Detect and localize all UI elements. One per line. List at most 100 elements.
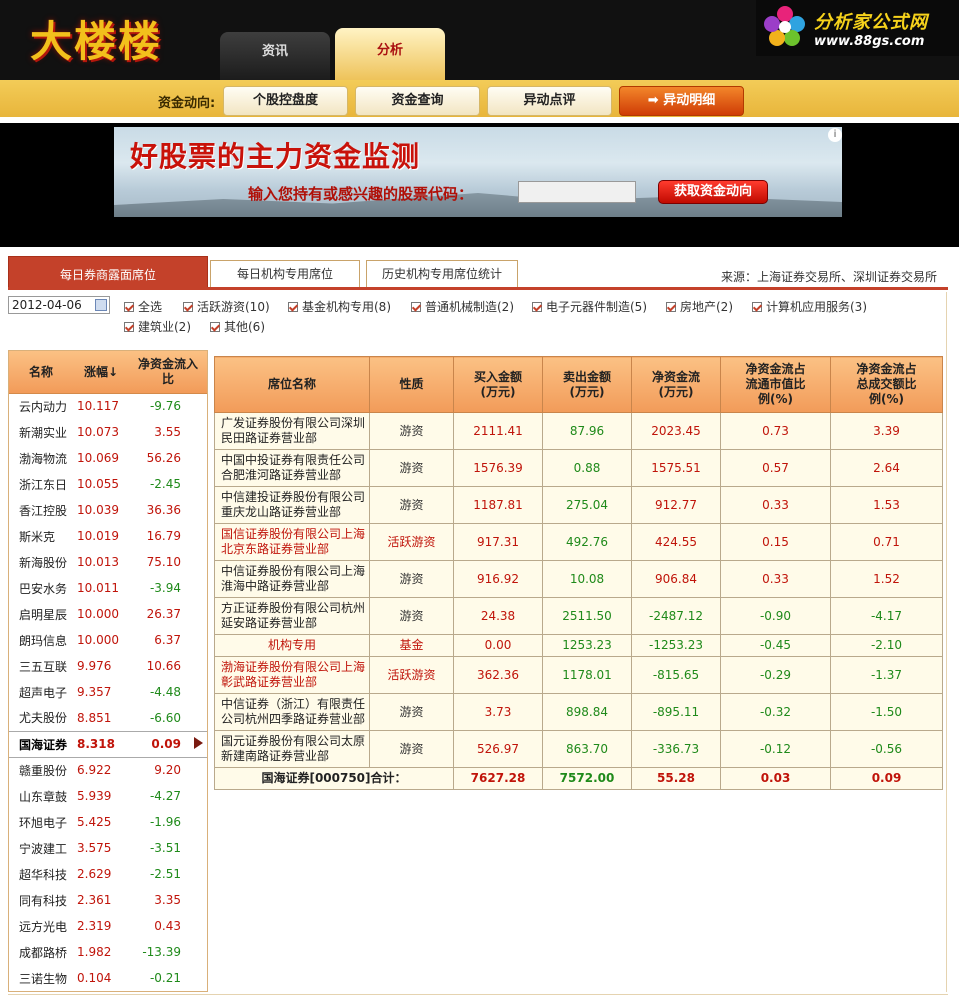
- seat-row: 中信证券（浙江）有限责任公司杭州四季路证券营业部 游资 3.73 898.84 -895…: [214, 693, 943, 731]
- seat-buy: 916.92: [453, 560, 543, 598]
- stock-name[interactable]: 朗玛信息: [9, 627, 73, 653]
- stock-name[interactable]: 赣重股份: [9, 757, 73, 783]
- stock-change: 10.013: [77, 555, 119, 569]
- stock-row[interactable]: 山东章鼓 5.939 -4.27: [9, 783, 207, 809]
- stock-row[interactable]: 三诺生物 0.104 -0.21: [9, 965, 207, 991]
- tab-history-institution-stats[interactable]: 历史机构专用席位统计: [366, 260, 518, 288]
- site-logo[interactable]: 大楼楼: [30, 8, 162, 69]
- stock-name[interactable]: 启明星辰: [9, 601, 73, 627]
- stock-row[interactable]: 朗玛信息 10.000 6.37: [9, 627, 207, 653]
- stock-name[interactable]: 远方光电: [9, 913, 73, 939]
- anomaly-detail-button[interactable]: ➡ 异动明细: [619, 86, 744, 116]
- filter-select-all[interactable]: 全选: [124, 298, 162, 315]
- stock-name[interactable]: 成都路桥: [9, 939, 73, 965]
- stock-name[interactable]: 云内动力: [9, 393, 73, 419]
- stock-row[interactable]: 赣重股份 6.922 9.20: [9, 757, 207, 783]
- col-netflow-header[interactable]: 净资金流入比: [129, 351, 207, 394]
- main-tab-analysis[interactable]: 分析: [335, 28, 445, 80]
- stock-row[interactable]: 三五互联 9.976 10.66: [9, 653, 207, 679]
- stock-row[interactable]: 宁波建工 3.575 -3.51: [9, 835, 207, 861]
- stock-name[interactable]: 超声电子: [9, 679, 73, 705]
- filter-other[interactable]: 其他(6): [210, 318, 265, 335]
- stock-name[interactable]: 环旭电子: [9, 809, 73, 835]
- seat-sell: 1253.23: [542, 634, 632, 657]
- filter-fund-institution[interactable]: 基金机构专用(8): [288, 298, 391, 315]
- stock-row[interactable]: 渤海物流 10.069 56.26: [9, 445, 207, 471]
- stock-row[interactable]: 新海股份 10.013 75.10: [9, 549, 207, 575]
- stock-row[interactable]: 超华科技 2.629 -2.51: [9, 861, 207, 887]
- checkbox-checked-icon[interactable]: [124, 322, 134, 332]
- stock-name[interactable]: 香江控股: [9, 497, 73, 523]
- stock-row[interactable]: 斯米克 10.019 16.79: [9, 523, 207, 549]
- main-tab-news[interactable]: 资讯: [220, 32, 330, 80]
- calendar-icon[interactable]: [95, 299, 107, 311]
- stock-name[interactable]: 同有科技: [9, 887, 73, 913]
- stock-row[interactable]: 启明星辰 10.000 26.37: [9, 601, 207, 627]
- stock-netflow: 6.37: [154, 633, 181, 647]
- filter-label: 活跃游资(10): [197, 300, 270, 314]
- checkbox-checked-icon[interactable]: [210, 322, 220, 332]
- tab-daily-broker-seats[interactable]: 每日券商露面席位: [8, 256, 208, 288]
- filter-construction[interactable]: 建筑业(2): [124, 318, 191, 335]
- stock-name[interactable]: 尤夫股份: [9, 705, 73, 731]
- seat-row: 渤海证券股份有限公司上海彰武路证券营业部 活跃游资 362.36 1178.01 -81…: [214, 656, 943, 694]
- stock-name[interactable]: 国海证券: [9, 730, 73, 758]
- stock-name[interactable]: 新潮实业: [9, 419, 73, 445]
- filter-general-machinery[interactable]: 普通机械制造(2): [411, 298, 514, 315]
- stock-name[interactable]: 三诺生物: [9, 965, 73, 991]
- banner-get-flow-button[interactable]: 获取资金动向: [658, 180, 768, 204]
- stock-name[interactable]: 浙江东日: [9, 471, 73, 497]
- holding-control-button[interactable]: 个股控盘度: [223, 86, 348, 116]
- seat-vol-ratio: -4.17: [830, 597, 943, 635]
- stock-name[interactable]: 超华科技: [9, 861, 73, 887]
- filter-computer-services[interactable]: 计算机应用服务(3): [752, 298, 867, 315]
- filter-electronic-components[interactable]: 电子元器件制造(5): [532, 298, 647, 315]
- checkbox-checked-icon[interactable]: [752, 302, 762, 312]
- stock-name[interactable]: 三五互联: [9, 653, 73, 679]
- seat-net: 912.77: [631, 486, 721, 524]
- fund-query-button[interactable]: 资金查询: [355, 86, 480, 116]
- anomaly-comment-button[interactable]: 异动点评: [487, 86, 612, 116]
- checkbox-checked-icon[interactable]: [666, 302, 676, 312]
- col-change-header[interactable]: 涨幅↓: [73, 351, 129, 394]
- stock-row[interactable]: 云内动力 10.117 -9.76: [9, 393, 207, 419]
- banner-stock-code-input[interactable]: [518, 181, 636, 203]
- stock-row[interactable]: 同有科技 2.361 3.35: [9, 887, 207, 913]
- checkbox-checked-icon[interactable]: [124, 302, 134, 312]
- stock-name[interactable]: 斯米克: [9, 523, 73, 549]
- stock-row[interactable]: 超声电子 9.357 -4.48: [9, 679, 207, 705]
- seat-sell: 2511.50: [542, 597, 632, 635]
- date-input[interactable]: 2012-04-06: [8, 296, 110, 314]
- checkbox-checked-icon[interactable]: [532, 302, 542, 312]
- brand-logo[interactable]: 分析家公式网 www.88gs.com: [756, 0, 959, 56]
- stock-row[interactable]: 远方光电 2.319 0.43: [9, 913, 207, 939]
- seat-total-row: 国海证券[000750]合计： 7627.28 7572.00 55.28 0.03 0.…: [214, 767, 943, 790]
- checkbox-checked-icon[interactable]: [183, 302, 193, 312]
- stock-row[interactable]: 成都路桥 1.982 -13.39: [9, 939, 207, 965]
- stock-name[interactable]: 宁波建工: [9, 835, 73, 861]
- stock-row[interactable]: 国海证券 8.318 0.09: [9, 730, 207, 758]
- stock-name[interactable]: 山东章鼓: [9, 783, 73, 809]
- stock-netflow: 9.20: [154, 763, 181, 778]
- filter-real-estate[interactable]: 房地产(2): [666, 298, 733, 315]
- stock-row[interactable]: 新潮实业 10.073 3.55: [9, 419, 207, 445]
- seat-buy: 3.73: [453, 693, 543, 731]
- stock-row[interactable]: 环旭电子 5.425 -1.96: [9, 809, 207, 835]
- ad-info-icon[interactable]: i: [828, 128, 842, 142]
- col-name-header[interactable]: 名称: [9, 351, 73, 394]
- stock-row[interactable]: 巴安水务 10.011 -3.94: [9, 575, 207, 601]
- checkbox-checked-icon[interactable]: [288, 302, 298, 312]
- stock-name[interactable]: 新海股份: [9, 549, 73, 575]
- stock-row[interactable]: 香江控股 10.039 36.36: [9, 497, 207, 523]
- filter-active-hot-money[interactable]: 活跃游资(10): [183, 298, 270, 315]
- stock-change: 10.011: [77, 581, 119, 595]
- stock-row[interactable]: 尤夫股份 8.851 -6.60: [9, 705, 207, 731]
- stock-row[interactable]: 浙江东日 10.055 -2.45: [9, 471, 207, 497]
- tab-daily-institution-seats[interactable]: 每日机构专用席位: [210, 260, 360, 288]
- stock-name[interactable]: 渤海物流: [9, 445, 73, 471]
- stock-netflow: 36.36: [146, 503, 181, 517]
- stock-name[interactable]: 巴安水务: [9, 575, 73, 601]
- checkbox-checked-icon[interactable]: [411, 302, 421, 312]
- stock-change: 10.019: [77, 529, 119, 543]
- ad-banner[interactable]: 好股票的主力资金监测 输入您持有或感兴趣的股票代码： 获取资金动向: [114, 127, 842, 217]
